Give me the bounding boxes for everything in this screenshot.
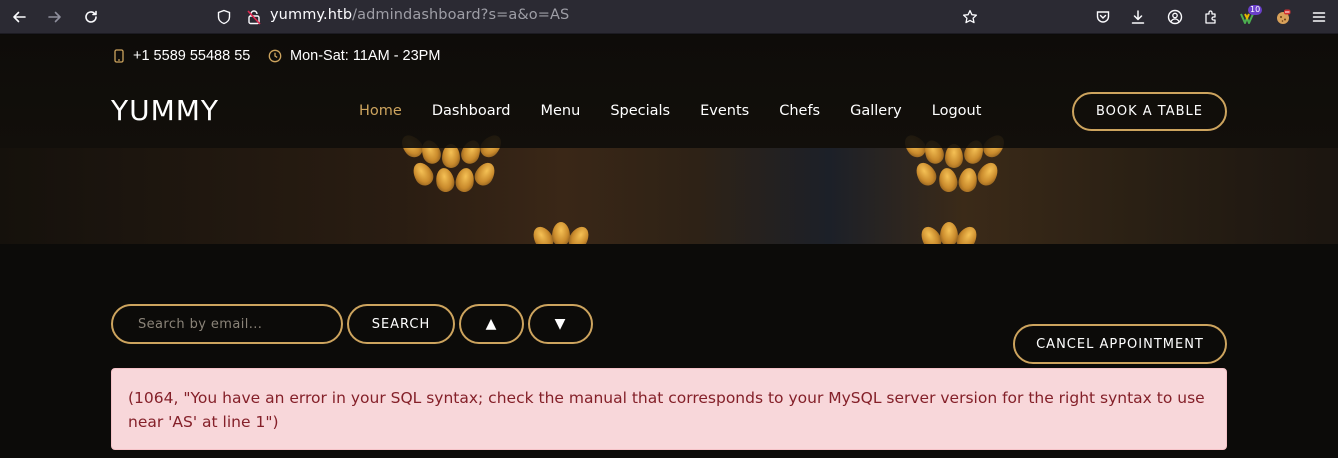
opening-hours: Mon-Sat: 11AM - 23PM bbox=[290, 48, 441, 64]
nav-home[interactable]: Home bbox=[359, 103, 402, 119]
search-button[interactable]: SEARCH bbox=[347, 304, 455, 344]
account-icon bbox=[1167, 9, 1183, 25]
url-text[interactable]: yummy.htb/admindashboard?s=a&o=AS bbox=[270, 7, 569, 23]
sort-ascending-button[interactable]: ▲ bbox=[459, 304, 524, 344]
hamburger-icon bbox=[1312, 12, 1326, 22]
account-button[interactable] bbox=[1163, 5, 1187, 29]
hero-section bbox=[0, 35, 1338, 244]
nav-menu[interactable]: Menu bbox=[541, 103, 581, 119]
extension-cookie-button[interactable] bbox=[1271, 5, 1295, 29]
puzzle-icon bbox=[1205, 10, 1216, 24]
arrow-left-icon bbox=[13, 11, 26, 23]
hero-background-image bbox=[0, 148, 1338, 244]
phone-icon bbox=[114, 49, 124, 63]
star-icon bbox=[962, 9, 978, 24]
clock-icon bbox=[268, 49, 282, 63]
back-button[interactable] bbox=[7, 5, 31, 29]
nav-gallery[interactable]: Gallery bbox=[850, 103, 902, 119]
tracking-protection-button[interactable] bbox=[212, 5, 236, 29]
url-host: yummy.htb bbox=[270, 7, 353, 23]
site-logo[interactable]: YUMMY bbox=[111, 94, 219, 127]
site-security-button[interactable] bbox=[242, 5, 266, 29]
book-table-button[interactable]: BOOK A TABLE bbox=[1072, 92, 1227, 131]
sort-descending-button[interactable]: ▼ bbox=[528, 304, 593, 344]
cookie-icon bbox=[1277, 9, 1291, 24]
bookmark-button[interactable] bbox=[958, 5, 982, 29]
downloads-button[interactable] bbox=[1126, 5, 1150, 29]
topbar-phone: +1 5589 55488 55 bbox=[113, 48, 250, 64]
extensions-button[interactable] bbox=[1199, 5, 1223, 29]
lamp-image bbox=[529, 220, 610, 244]
topbar-hours: Mon-Sat: 11AM - 23PM bbox=[268, 48, 440, 64]
reload-icon bbox=[85, 10, 97, 23]
url-path: /admindashboard?s=a&o=AS bbox=[352, 7, 570, 23]
lock-insecure-icon bbox=[247, 10, 261, 25]
sql-error-alert: (1064, "You have an error in your SQL sy… bbox=[111, 368, 1227, 450]
nav-chefs[interactable]: Chefs bbox=[779, 103, 820, 119]
download-icon bbox=[1131, 10, 1145, 24]
shield-icon bbox=[217, 9, 231, 25]
lamp-image bbox=[917, 220, 998, 244]
nav-specials[interactable]: Specials bbox=[610, 103, 670, 119]
main-nav: Home Dashboard Menu Specials Events Chef… bbox=[359, 103, 1011, 119]
cancel-appointment-button[interactable]: CANCEL APPOINTMENT bbox=[1013, 324, 1227, 364]
browser-toolbar: yummy.htb/admindashboard?s=a&o=AS 10 bbox=[0, 0, 1338, 34]
reload-button[interactable] bbox=[79, 5, 103, 29]
forward-button[interactable] bbox=[43, 5, 67, 29]
arrow-right-icon bbox=[48, 11, 61, 23]
extension-badge: 10 bbox=[1248, 5, 1263, 15]
app-menu-button[interactable] bbox=[1307, 5, 1331, 29]
nav-dashboard[interactable]: Dashboard bbox=[432, 103, 511, 119]
nav-logout[interactable]: Logout bbox=[932, 103, 982, 119]
pocket-button[interactable] bbox=[1091, 5, 1115, 29]
extension-wappalyzer-button[interactable]: 10 bbox=[1235, 5, 1263, 29]
nav-events[interactable]: Events bbox=[700, 103, 749, 119]
pocket-icon bbox=[1096, 11, 1110, 23]
phone-number: +1 5589 55488 55 bbox=[133, 48, 251, 64]
search-email-input[interactable] bbox=[111, 304, 343, 344]
